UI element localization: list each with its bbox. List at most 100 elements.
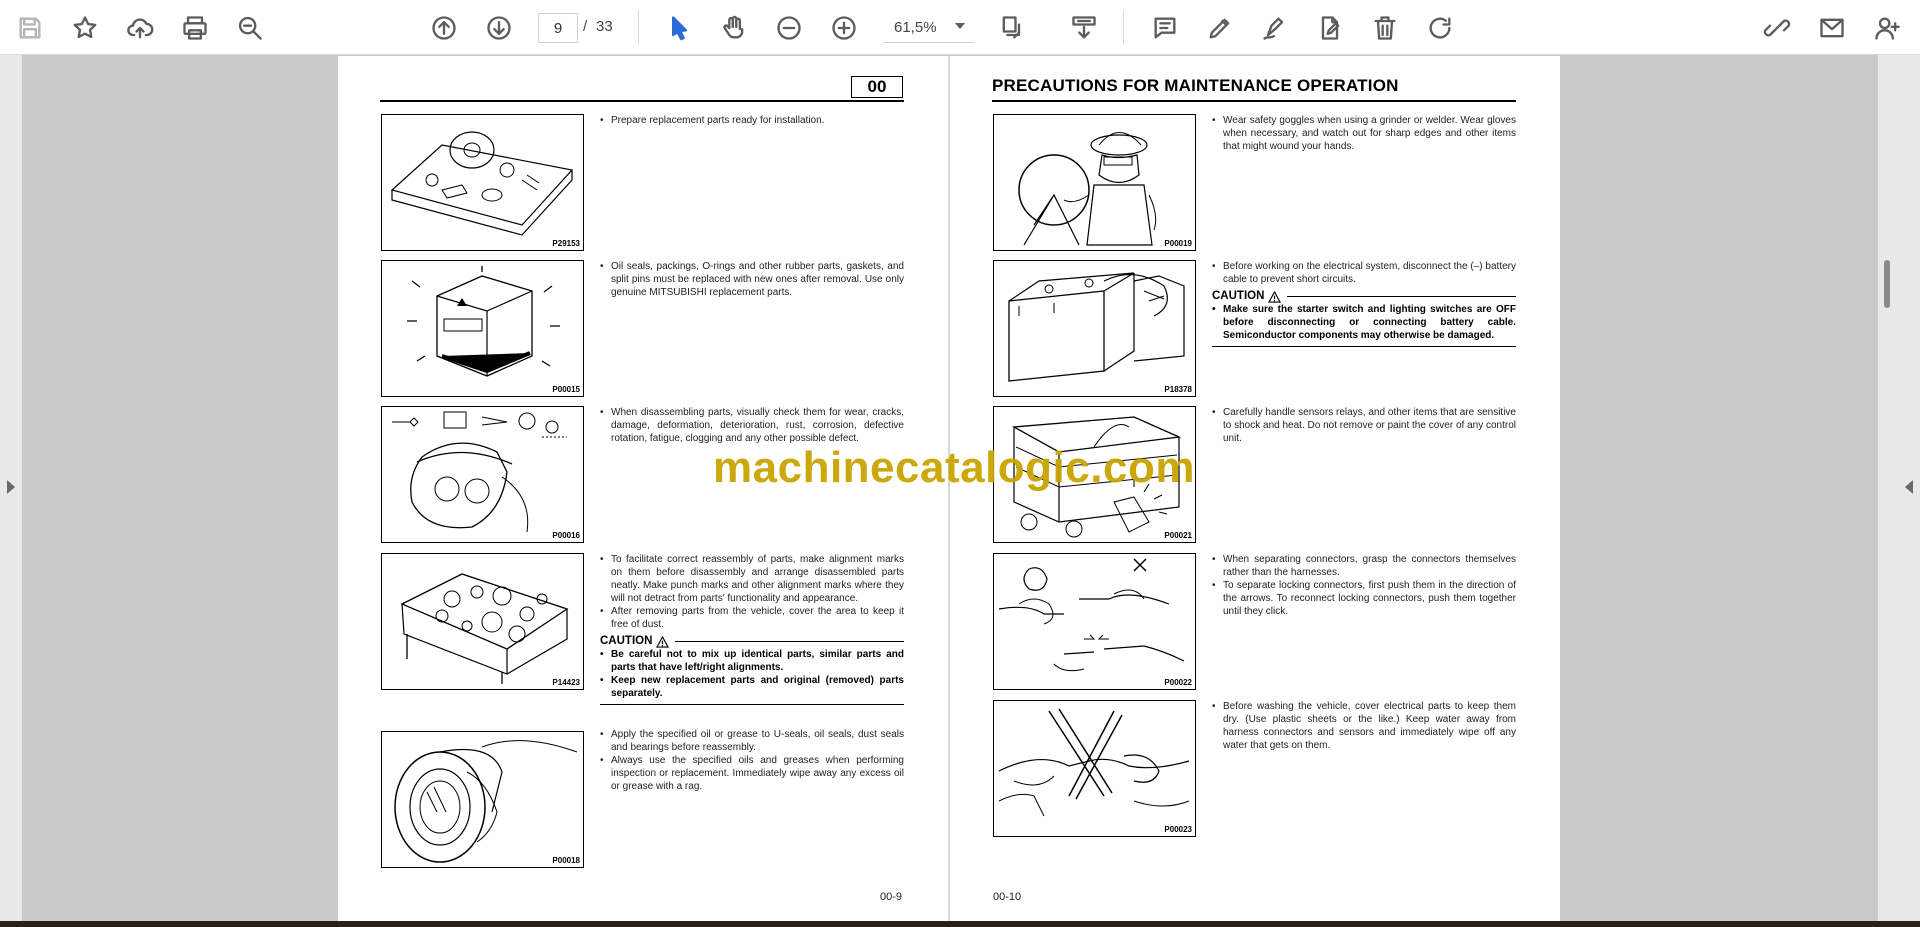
share-icon[interactable] — [1761, 12, 1793, 44]
instruction-bullet: To separate locking connectors, first pu… — [1212, 579, 1516, 618]
section-number: 00 — [851, 76, 903, 98]
right-scroll-area — [1878, 55, 1920, 922]
star-icon[interactable] — [69, 12, 101, 44]
instruction-bullet: Before working on the electrical system,… — [1212, 260, 1516, 286]
instruction-bullet: Always use the specified oils and grease… — [600, 754, 904, 793]
comment-icon[interactable] — [1149, 12, 1181, 44]
cursor-icon[interactable] — [663, 12, 695, 44]
cloud-upload-icon[interactable] — [124, 12, 156, 44]
caution-label: CAUTION — [600, 635, 653, 647]
caution-rule — [1212, 346, 1516, 347]
figure-genuine-parts-box: P00015 — [381, 260, 584, 397]
figure-code: P00019 — [1164, 239, 1192, 248]
instruction-block: Oil seals, packings, O-rings and other r… — [600, 260, 904, 299]
zoom-search-icon[interactable] — [234, 12, 266, 44]
instruction-bullet: To facilitate correct reassembly of part… — [600, 553, 904, 605]
figure-parts-tray: P29153 — [381, 114, 584, 251]
vertical-scrollbar[interactable] — [1884, 260, 1890, 308]
instruction-block: Before washing the vehicle, cover electr… — [1212, 700, 1516, 752]
washing-vehicle-illustration — [998, 708, 1190, 817]
caution-heading: CAUTION — [1212, 290, 1516, 303]
figure-code: P00018 — [552, 856, 580, 865]
instruction-bullet: When disassembling parts, visually check… — [600, 406, 904, 445]
caution-bullet: Be careful not to mix up identical parts… — [600, 648, 904, 674]
instruction-block: Before working on the electrical system,… — [1212, 260, 1516, 347]
figure-code: P00021 — [1164, 531, 1192, 540]
oil-seal-illustration — [394, 740, 578, 863]
trash-icon[interactable] — [1369, 12, 1401, 44]
parts-on-table-illustration — [400, 573, 569, 684]
bottom-edge-bar — [0, 921, 1920, 927]
chevron-down-icon[interactable] — [955, 23, 965, 29]
figure-battery: P18378 — [993, 260, 1196, 397]
instruction-bullet: Oil seals, packings, O-rings and other r… — [600, 260, 904, 299]
arrow-up-circle-icon[interactable] — [428, 12, 460, 44]
instruction-block: Wear safety goggles when using a grinder… — [1212, 114, 1516, 153]
instruction-bullet: Before washing the vehicle, cover electr… — [1212, 700, 1516, 752]
warning-triangle-icon — [1268, 290, 1282, 303]
expand-left-panel-icon[interactable] — [7, 480, 15, 494]
instruction-bullet: Wear safety goggles when using a grinder… — [1212, 114, 1516, 153]
toolbar: / 33 61,5% — [0, 0, 1920, 55]
plus-circle-icon[interactable] — [828, 12, 860, 44]
instruction-block: Apply the specified oil or grease to U-s… — [600, 728, 904, 793]
genuine-parts-box-illustration — [407, 266, 560, 377]
add-user-icon[interactable] — [1871, 12, 1903, 44]
toolbar-divider — [638, 10, 639, 44]
page-total: 33 — [596, 18, 613, 35]
caution-bullet: Make sure the starter switch and lightin… — [1212, 303, 1516, 342]
caution-heading: CAUTION — [600, 635, 904, 648]
figure-safety-goggles: P00019 — [993, 114, 1196, 251]
print-icon[interactable] — [179, 12, 211, 44]
edit-file-icon[interactable] — [1314, 12, 1346, 44]
figure-code: P29153 — [552, 239, 580, 248]
instruction-block: When disassembling parts, visually check… — [600, 406, 904, 445]
caution-rule — [675, 641, 904, 642]
figure-parts-on-table: P14423 — [381, 553, 584, 690]
instruction-bullet: Prepare replacement parts ready for inst… — [600, 114, 904, 127]
caution-bullet: Keep new replacement parts and original … — [600, 674, 904, 700]
rotate-icon[interactable] — [1424, 12, 1456, 44]
page-title: PRECAUTIONS FOR MAINTENANCE OPERATION — [992, 76, 1399, 95]
caution-rule — [1287, 296, 1516, 297]
safety-goggles-illustration — [1018, 132, 1157, 246]
instruction-block: Carefully handle sensors relays, and oth… — [1212, 406, 1516, 445]
figure-connectors: P00022 — [993, 553, 1196, 690]
sign-icon[interactable] — [1259, 12, 1291, 44]
figure-code: P00022 — [1164, 678, 1192, 687]
figure-oil-seal: P00018 — [381, 731, 584, 868]
header-rule — [380, 100, 904, 102]
instruction-bullet: Apply the specified oil or grease to U-s… — [600, 728, 904, 754]
save-icon[interactable] — [14, 12, 46, 44]
figure-code: P00023 — [1164, 825, 1192, 834]
instruction-bullet: Carefully handle sensors relays, and oth… — [1212, 406, 1516, 445]
instruction-block: When separating connectors, grasp the co… — [1212, 553, 1516, 618]
email-icon[interactable] — [1816, 12, 1848, 44]
figure-code: P00015 — [552, 385, 580, 394]
minus-circle-icon[interactable] — [773, 12, 805, 44]
battery-illustration — [1008, 272, 1185, 382]
figure-code: P18378 — [1164, 385, 1192, 394]
parts-tray-illustration — [390, 131, 574, 236]
page-separator: / — [583, 18, 588, 35]
page-number-input[interactable] — [538, 13, 578, 43]
caution-label: CAUTION — [1212, 290, 1265, 302]
expand-right-panel-icon[interactable] — [1905, 480, 1913, 494]
instruction-bullet: After removing parts from the vehicle, c… — [600, 605, 904, 631]
header-rule — [992, 100, 1516, 102]
figure-washing-vehicle: P00023 — [993, 700, 1196, 837]
zoom-level-value: 61,5% — [894, 19, 937, 36]
hand-icon[interactable] — [718, 12, 750, 44]
pen-icon[interactable] — [1204, 12, 1236, 44]
figure-inspecting-parts: P00016 — [381, 406, 584, 543]
instruction-block: To facilitate correct reassembly of part… — [600, 553, 904, 705]
toolbar-divider — [1123, 10, 1124, 44]
watermark-text: machinecatalogic.com — [713, 443, 1195, 492]
page-number: 00-9 — [880, 891, 903, 903]
scroll-mode-icon[interactable] — [1068, 12, 1100, 44]
instruction-bullet: When separating connectors, grasp the co… — [1212, 553, 1516, 579]
fit-page-icon[interactable] — [996, 12, 1028, 44]
caution-rule — [600, 704, 904, 705]
arrow-down-circle-icon[interactable] — [483, 12, 515, 44]
instruction-block: Prepare replacement parts ready for inst… — [600, 114, 904, 127]
